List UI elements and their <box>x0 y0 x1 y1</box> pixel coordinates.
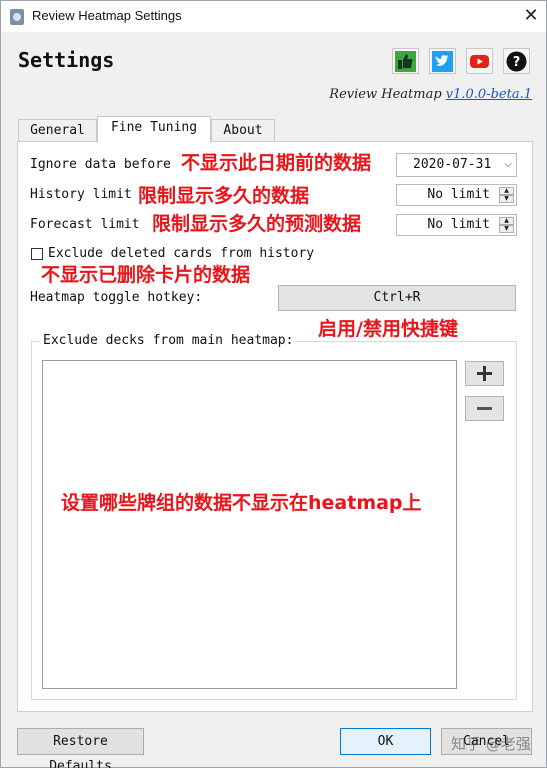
ignore-date-picker[interactable]: 2020-07-31 ⌵ <box>396 153 517 177</box>
add-deck-button[interactable] <box>465 361 504 386</box>
annotation-history-limit: 限制显示多久的数据 <box>138 185 310 207</box>
page-title: Settings <box>18 48 115 72</box>
remove-deck-button[interactable] <box>465 396 504 421</box>
hotkey-label: Heatmap toggle hotkey: <box>30 290 203 305</box>
minus-icon <box>477 407 492 410</box>
exclude-decks-title: Exclude decks from main heatmap: <box>39 333 298 348</box>
restore-defaults-button[interactable]: Restore Defaults <box>17 728 144 768</box>
version-link[interactable]: v1.0.0-beta.1 <box>446 87 532 102</box>
annotation-hotkey: 启用/禁用快捷键 <box>318 318 458 340</box>
hotkey-button[interactable]: Ctrl+R <box>278 285 516 311</box>
forecast-limit-spinbox[interactable]: No limit ▲ ▼ <box>396 214 517 236</box>
exclude-deleted-label[interactable]: Exclude deleted cards from history <box>48 246 314 261</box>
window-title: Review Heatmap Settings <box>32 8 182 23</box>
youtube-button[interactable] <box>466 48 493 74</box>
annotation-forecast-limit: 限制显示多久的预测数据 <box>152 213 362 235</box>
settings-window: Review Heatmap Settings ✕ Settings ? Rev… <box>0 0 547 768</box>
annotation-ignore-date: 不显示此日期前的数据 <box>181 152 372 174</box>
history-limit-spinbox[interactable]: No limit ▲ ▼ <box>396 184 517 206</box>
stepper-up-icon[interactable]: ▲ <box>499 187 514 195</box>
history-limit-label: History limit <box>30 187 132 202</box>
youtube-icon <box>470 54 489 68</box>
twitter-button[interactable] <box>429 48 456 74</box>
forecast-stepper[interactable]: ▲ ▼ <box>499 217 514 233</box>
stepper-down-icon[interactable]: ▼ <box>499 225 514 233</box>
like-button[interactable] <box>392 48 419 74</box>
tab-general[interactable]: General <box>18 119 97 142</box>
app-icon <box>10 9 24 25</box>
tab-about[interactable]: About <box>211 119 275 142</box>
tab-fine-tuning[interactable]: Fine Tuning <box>97 116 211 143</box>
version-info: Review Heatmap v1.0.0-beta.1 <box>329 87 532 102</box>
annotation-exclude-deleted: 不显示已删除卡片的数据 <box>41 264 251 286</box>
close-button[interactable]: ✕ <box>517 4 545 28</box>
forecast-limit-label: Forecast limit <box>30 217 140 232</box>
plus-icon <box>477 366 492 381</box>
app-name: Review Heatmap <box>329 87 442 102</box>
help-icon: ? <box>506 51 527 71</box>
exclude-deleted-checkbox[interactable] <box>31 248 43 260</box>
ignore-data-label: Ignore data before <box>30 157 171 172</box>
ignore-date-value: 2020-07-31 <box>413 157 492 172</box>
stepper-down-icon[interactable]: ▼ <box>499 195 514 203</box>
excluded-decks-list[interactable] <box>42 360 457 689</box>
ok-button[interactable]: OK <box>340 728 431 755</box>
history-stepper[interactable]: ▲ ▼ <box>499 187 514 203</box>
title-bar: Review Heatmap Settings ✕ <box>1 1 546 32</box>
forecast-limit-value: No limit <box>427 217 490 232</box>
watermark: 知乎 @老强 <box>451 735 531 753</box>
twitter-icon <box>432 50 453 72</box>
like-icon <box>395 50 416 72</box>
svg-text:?: ? <box>513 55 521 70</box>
stepper-up-icon[interactable]: ▲ <box>499 217 514 225</box>
help-button[interactable]: ? <box>503 48 530 74</box>
chevron-down-icon: ⌵ <box>504 159 512 170</box>
annotation-exclude-decks: 设置哪些牌组的数据不显示在heatmap上 <box>61 492 422 514</box>
history-limit-value: No limit <box>427 187 490 202</box>
